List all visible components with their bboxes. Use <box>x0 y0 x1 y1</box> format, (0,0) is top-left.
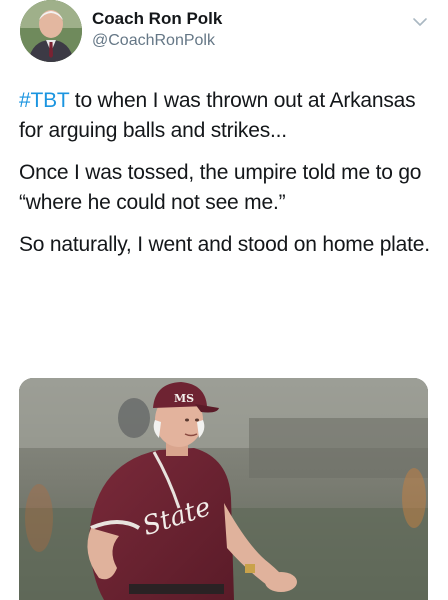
hashtag-link[interactable]: #TBT <box>19 89 69 112</box>
user-handle[interactable]: @CoachRonPolk <box>92 32 215 50</box>
tweet-paragraph-1: #TBT to when I was thrown out at Arkansa… <box>19 86 434 146</box>
chevron-down-icon[interactable] <box>410 12 430 32</box>
cap-logo: MS <box>174 392 194 405</box>
tweet-text: #TBT to when I was thrown out at Arkansa… <box>19 86 434 272</box>
display-name[interactable]: Coach Ron Polk <box>92 9 222 29</box>
tweet-paragraph-1-text: to when I was thrown out at Arkansas for… <box>19 89 416 142</box>
tweet-header: Coach Ron Polk @CoachRonPolk <box>0 0 448 72</box>
tweet-paragraph-3: So naturally, I went and stood on home p… <box>19 233 430 256</box>
tweet-photo[interactable]: State MS <box>19 378 428 600</box>
avatar[interactable] <box>20 0 82 62</box>
tweet-paragraph-2: Once I was tossed, the umpire told me to… <box>19 161 422 214</box>
